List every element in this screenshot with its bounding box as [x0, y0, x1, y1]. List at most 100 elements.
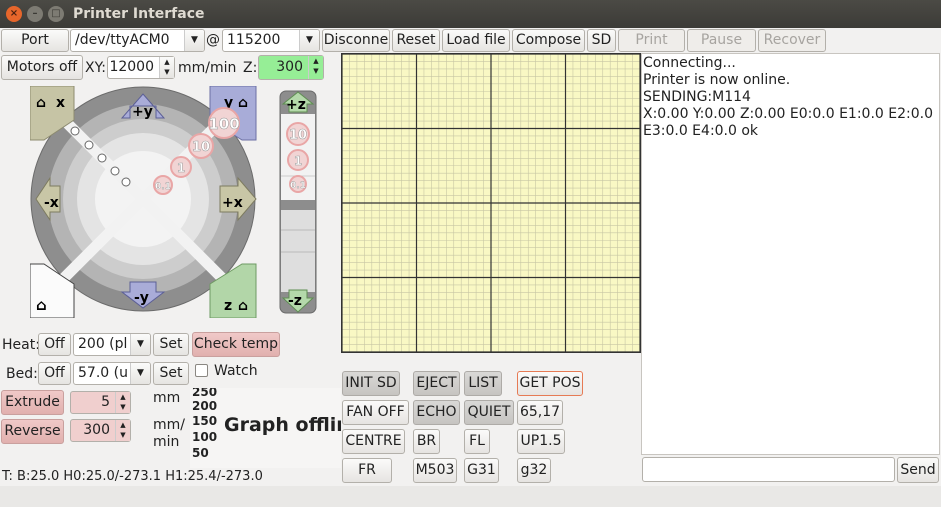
chevron-down-icon: ▼ [130, 334, 150, 355]
watch-checkbox[interactable] [195, 364, 208, 377]
jog-z-plus-label: +z [286, 97, 306, 113]
recover-button[interactable]: Recover [758, 29, 826, 52]
pause-button[interactable]: Pause [687, 29, 756, 52]
macro-g31[interactable]: G31 [464, 458, 499, 483]
chevron-down-icon: ▼ [184, 30, 204, 51]
xy-jog-control[interactable]: ⌂ x y ⌂ ⌂ z ⌂ +y -y -x +x 100 10 1 0.1 [30, 86, 270, 318]
jog-step-dot[interactable] [84, 140, 94, 150]
home-x-label: x [56, 95, 65, 111]
macro-centre[interactable]: CENTRE [342, 429, 405, 454]
macro-eject[interactable]: EJECT [413, 371, 460, 396]
baud-select[interactable]: 115200 ▼ [222, 29, 320, 52]
minimize-icon[interactable]: – [27, 6, 43, 22]
jog-z-minus-label: -z [288, 293, 302, 309]
home-z-label: z [224, 298, 232, 314]
spinner-arrows-icon[interactable]: ▲ ▼ [159, 57, 174, 78]
home-x-icon: ⌂ [36, 95, 46, 111]
heat-temp-select[interactable]: 200 (pl ▼ [73, 333, 151, 356]
z-jog-down-zone[interactable] [281, 210, 315, 292]
step-1-label: 1 [177, 161, 185, 175]
watch-label: Watch [214, 363, 258, 379]
z-speed-spinner[interactable]: 300 ▲ ▼ [258, 55, 324, 80]
reverse-speed-spinner[interactable]: 300 ▲ ▼ [70, 419, 131, 442]
xy-speed-label: XY: [85, 60, 106, 76]
macro-init-sd[interactable]: INIT SD [342, 371, 400, 396]
bed-set-button[interactable]: Set [153, 362, 189, 385]
port-button[interactable]: Port [1, 29, 69, 52]
extrude-amount-spinner[interactable]: 5 ▲ ▼ [70, 391, 131, 414]
spinner-arrows-icon[interactable]: ▲ ▼ [115, 392, 130, 413]
console-log[interactable]: Connecting... Printer is now online. SEN… [641, 53, 940, 455]
chevron-down-icon: ▼ [130, 363, 150, 384]
port-select-value: /dev/ttyACM0 [75, 32, 170, 48]
home-y-icon: ⌂ [238, 95, 248, 111]
disconnect-button[interactable]: Disconne [322, 29, 390, 52]
spinner-arrows-icon[interactable]: ▲ ▼ [115, 420, 130, 441]
graph-offline-text: Graph offlir [224, 414, 341, 436]
window-title: Printer Interface [73, 6, 205, 22]
jog-step-dot[interactable] [97, 153, 107, 163]
step-01-label: 0.1 [155, 182, 171, 192]
z-step-1-label: 1 [294, 154, 302, 168]
macro-get-pos[interactable]: GET POS [517, 371, 583, 396]
macro-echo[interactable]: ECHO [413, 400, 460, 425]
macro-m503[interactable]: M503 [413, 458, 457, 483]
heat-temp-value: 200 (pl [78, 336, 128, 352]
step-10-label: 10 [192, 140, 210, 155]
jog-step-dot[interactable] [70, 126, 80, 136]
compose-button[interactable]: Compose [512, 29, 585, 52]
console-line: X:0.00 Y:0.00 Z:0.00 E0:0.0 E1:0.0 E2:0.… [643, 106, 933, 122]
z-jog-control[interactable]: +z -z 10 1 0.1 [279, 90, 319, 316]
jog-step-dot[interactable] [110, 166, 120, 176]
z-speed-label: Z: [243, 60, 258, 76]
heat-label: Heat: [2, 337, 40, 353]
reset-button[interactable]: Reset [392, 29, 440, 52]
macro-br[interactable]: BR [413, 429, 440, 454]
bed-off-button[interactable]: Off [38, 362, 71, 385]
check-temp-button[interactable]: Check temp [192, 332, 280, 357]
bed-temp-value: 57.0 (u [78, 365, 128, 381]
motors-off-button[interactable]: Motors off [1, 55, 83, 80]
extrude-unit: mm [153, 390, 181, 406]
bed-temp-select[interactable]: 57.0 (u ▼ [73, 362, 151, 385]
reverse-button[interactable]: Reverse [1, 419, 64, 444]
port-select[interactable]: /dev/ttyACM0 ▼ [70, 29, 205, 52]
print-bed-grid[interactable] [341, 53, 641, 353]
macro-fl[interactable]: FL [464, 429, 490, 454]
print-button[interactable]: Print [618, 29, 685, 52]
graph-tick: 150 [192, 414, 218, 428]
extrude-button[interactable]: Extrude [1, 390, 64, 415]
extrude-amount-value: 5 [101, 394, 110, 410]
macro-g32[interactable]: g32 [517, 458, 551, 483]
macro-up1-5[interactable]: UP1.5 [517, 429, 565, 454]
macro-quiet[interactable]: QUIET [464, 400, 514, 425]
step-100-label: 100 [208, 115, 239, 133]
graph-tick: 250 [192, 388, 218, 399]
at-label: @ [206, 32, 220, 48]
heat-off-button[interactable]: Off [38, 333, 71, 356]
heat-set-button[interactable]: Set [153, 333, 189, 356]
bottom-bar [0, 486, 941, 507]
z-step-01-label: 0.1 [290, 181, 306, 191]
console-line: E3:0.0 E4:0.0 ok [643, 123, 759, 139]
xy-speed-spinner[interactable]: 12000 ▲ ▼ [107, 56, 175, 79]
send-button[interactable]: Send [897, 457, 939, 483]
z-speed-value: 300 [276, 59, 303, 75]
jog-step-dot[interactable] [121, 177, 131, 187]
jog-y-minus-label: -y [134, 290, 149, 306]
temperature-status: T: B:25.0 H0:25.0/-273.1 H1:25.4/-273.0 [2, 469, 263, 484]
maximize-icon[interactable]: □ [48, 6, 64, 22]
command-input[interactable] [642, 457, 895, 482]
macro-fan-off[interactable]: FAN OFF [342, 400, 409, 425]
load-file-button[interactable]: Load file [442, 29, 510, 52]
close-icon[interactable]: × [6, 6, 22, 22]
baud-select-value: 115200 [227, 32, 281, 48]
title-bar: × – □ Printer Interface [0, 0, 941, 28]
macro-list[interactable]: LIST [464, 371, 502, 396]
home-all-icon: ⌂ [36, 296, 47, 314]
macro-65-17[interactable]: 65,17 [517, 400, 563, 425]
sd-button[interactable]: SD [587, 29, 616, 52]
macro-fr[interactable]: FR [342, 458, 392, 483]
graph-tick: 100 [192, 430, 218, 444]
spinner-arrows-icon[interactable]: ▲ ▼ [308, 56, 323, 79]
